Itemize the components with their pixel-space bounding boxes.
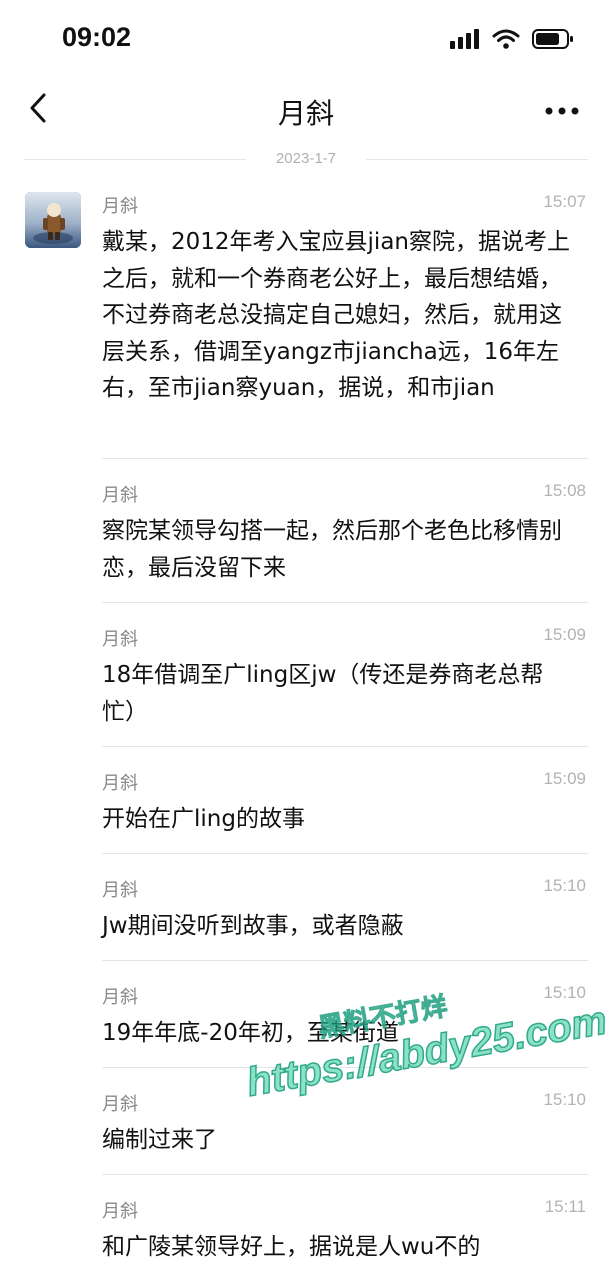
avatar[interactable] [25, 192, 81, 248]
message-text: 和广陵某领导好上，据说是人wu不的 [102, 1234, 481, 1260]
message-item[interactable]: 月斜 15:08 察院某领导勾搭一起，然后那个老色比移情别恋，最后没留下来 [102, 471, 588, 603]
message-sender: 月斜 [102, 1094, 138, 1115]
message-text: Jw期间没听到故事，或者隐蔽 [102, 913, 404, 939]
message-sender: 月斜 [102, 1201, 138, 1222]
message-text: 编制过来了 [102, 1127, 217, 1153]
signal-icon [450, 29, 480, 53]
wifi-icon [492, 28, 520, 54]
message-text: 19年年底-20年初，至某街道 [102, 1020, 399, 1046]
message-time: 15:10 [543, 1090, 586, 1109]
message-text: 察院某领导勾搭一起，然后那个老色比移情别恋，最后没留下来 [102, 518, 562, 581]
message-item[interactable]: 月斜 15:11 和广陵某领导好上，据说是人wu不的 [102, 1187, 588, 1280]
message-divider [102, 458, 588, 459]
message-divider [102, 602, 588, 603]
message-divider [102, 1174, 588, 1175]
message-time: 15:09 [543, 625, 586, 644]
message-time: 15:07 [543, 192, 586, 211]
page-title: 月斜 [277, 97, 334, 130]
message-sender: 月斜 [102, 629, 138, 650]
more-button[interactable] [542, 92, 582, 126]
message-time: 15:10 [543, 983, 586, 1002]
status-icons [450, 28, 574, 54]
message-item[interactable]: 月斜 15:10 Jw期间没听到故事，或者隐蔽 [102, 866, 588, 961]
message-time: 15:10 [543, 876, 586, 895]
more-dots-icon [545, 100, 579, 119]
message-time: 15:09 [543, 769, 586, 788]
date-divider-right [366, 159, 588, 160]
message-text: 18年借调至广ling区jw（传还是券商老总帮忙） [102, 662, 544, 725]
status-bar: 09:02 [0, 0, 612, 80]
message-divider [102, 1067, 588, 1068]
message-item[interactable]: 月斜 15:09 18年借调至广ling区jw（传还是券商老总帮忙） [102, 615, 588, 747]
message-item[interactable]: 月斜 15:10 19年年底-20年初，至某街道 [102, 973, 588, 1068]
message-divider [102, 853, 588, 854]
nav-bar: 月斜 [0, 80, 612, 138]
message-item[interactable]: 月斜 15:10 编制过来了 [102, 1080, 588, 1175]
battery-icon [532, 28, 574, 54]
message-divider [102, 960, 588, 961]
message-sender: 月斜 [102, 880, 138, 901]
message-sender: 月斜 [102, 485, 138, 506]
date-separator: 2023-1-7 [24, 146, 588, 174]
message-sender: 月斜 [102, 773, 138, 794]
message-time: 15:11 [544, 1197, 586, 1216]
message-divider [102, 746, 588, 747]
message-text: 戴某，2012年考入宝应县jian察院，据说考上之后，就和一个券商老公好上，最后… [102, 229, 570, 401]
message-sender: 月斜 [102, 987, 138, 1008]
message-sender: 月斜 [102, 196, 138, 217]
message-text: 开始在广ling的故事 [102, 806, 305, 832]
message-item[interactable]: 月斜 15:09 开始在广ling的故事 [102, 759, 588, 854]
message-item[interactable]: 月斜 15:07 戴某，2012年考入宝应县jian察院，据说考上之后，就和一个… [102, 182, 588, 459]
status-time: 09:02 [62, 22, 132, 52]
message-time: 15:08 [543, 481, 586, 500]
